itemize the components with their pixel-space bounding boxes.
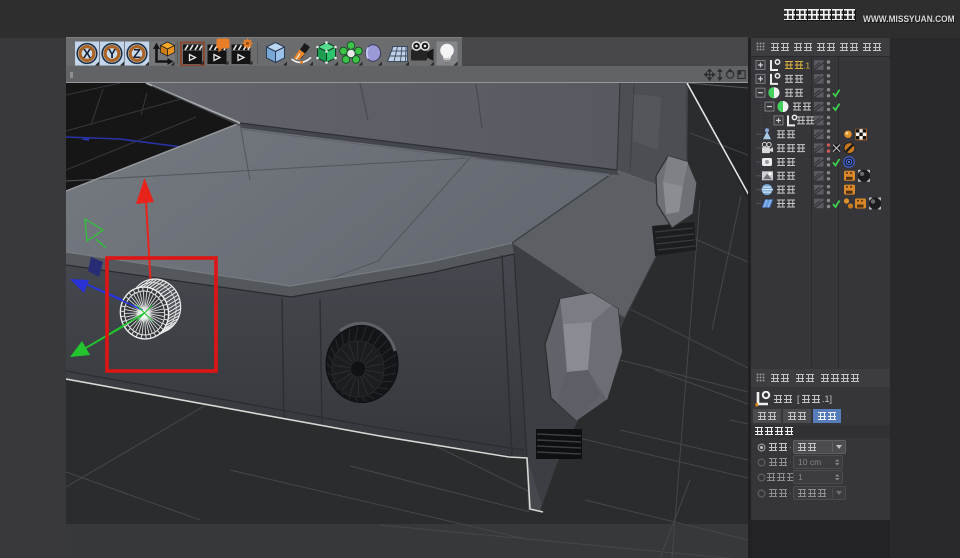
svg-text:X: X (83, 47, 92, 61)
svg-text:Z: Z (133, 47, 141, 61)
svg-text:.1: .1 (803, 61, 810, 71)
svg-text:Y: Y (108, 47, 117, 61)
